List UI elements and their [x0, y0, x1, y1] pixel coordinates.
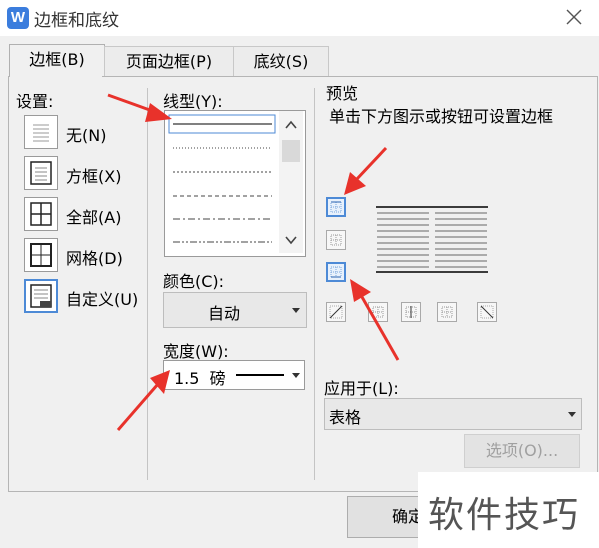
setting-none-label[interactable]: 无(N) — [66, 122, 106, 146]
setting-custom-icon[interactable] — [24, 279, 58, 313]
color-label: 颜色(C): — [163, 272, 225, 291]
color-dropdown[interactable]: 自动 — [163, 292, 307, 328]
setting-box-icon[interactable] — [24, 156, 58, 190]
setting-box-label[interactable]: 方框(X) — [66, 163, 121, 187]
column-divider — [147, 88, 148, 480]
left-border-button[interactable] — [368, 302, 388, 322]
setting-grid-label[interactable]: 网格(D) — [66, 245, 123, 269]
width-value: 1.5 磅 — [174, 369, 226, 388]
close-icon[interactable] — [561, 4, 587, 30]
chevron-down-icon — [292, 373, 300, 378]
apply-to-value: 表格 — [329, 408, 362, 427]
diagonal-up-border-button[interactable] — [326, 302, 346, 322]
line-style-label: 线型(Y): — [163, 92, 223, 111]
watermark-text: 软件技巧 — [428, 495, 581, 536]
options-button[interactable]: 选项(O)... — [464, 434, 580, 468]
setting-all-icon[interactable] — [24, 197, 58, 231]
tab-borders[interactable]: 边框(B) — [9, 44, 105, 77]
setting-custom-label[interactable]: 自定义(U) — [66, 286, 138, 310]
apply-to-label: 应用于(L): — [324, 379, 399, 398]
color-value: 自动 — [208, 304, 241, 323]
tab-page-border[interactable]: 页面边框(P) — [104, 46, 234, 77]
width-line-sample — [236, 374, 284, 376]
tab-shading[interactable]: 底纹(S) — [233, 46, 329, 77]
active-tab-joint — [10, 75, 102, 78]
chevron-down-icon — [292, 308, 300, 313]
width-dropdown[interactable]: 1.5 磅 — [163, 360, 305, 390]
width-label: 宽度(W): — [163, 342, 229, 361]
wps-app-icon: W — [7, 7, 29, 29]
right-border-button[interactable] — [437, 302, 457, 322]
chevron-down-icon — [568, 412, 576, 417]
border-shading-dialog: W 边框和底纹 边框(B) 页面边框(P) 底纹(S) 设置: 无(N) 方框( — [0, 0, 599, 548]
line-style-scrollbar[interactable] — [279, 111, 303, 253]
title-bar: W 边框和底纹 — [0, 0, 599, 36]
setting-grid-icon[interactable] — [24, 238, 58, 272]
diagonal-down-border-button[interactable] — [477, 302, 497, 322]
bottom-border-button[interactable] — [326, 262, 346, 282]
preview-hint: 单击下方图示或按钮可设置边框 — [329, 107, 554, 126]
apply-to-dropdown[interactable]: 表格 — [324, 398, 582, 430]
border-preview-diagram[interactable] — [374, 205, 490, 275]
dialog-title: 边框和底纹 — [34, 11, 119, 31]
scroll-up-icon — [285, 120, 297, 129]
inside-horizontal-border-button[interactable] — [326, 230, 346, 250]
setting-none-icon[interactable] — [24, 115, 58, 149]
settings-label: 设置: — [16, 92, 54, 111]
inside-vertical-border-button[interactable] — [401, 302, 421, 322]
scroll-down-icon — [285, 236, 297, 245]
column-divider — [314, 88, 315, 480]
setting-all-label[interactable]: 全部(A) — [66, 204, 121, 228]
top-border-button[interactable] — [326, 197, 346, 217]
